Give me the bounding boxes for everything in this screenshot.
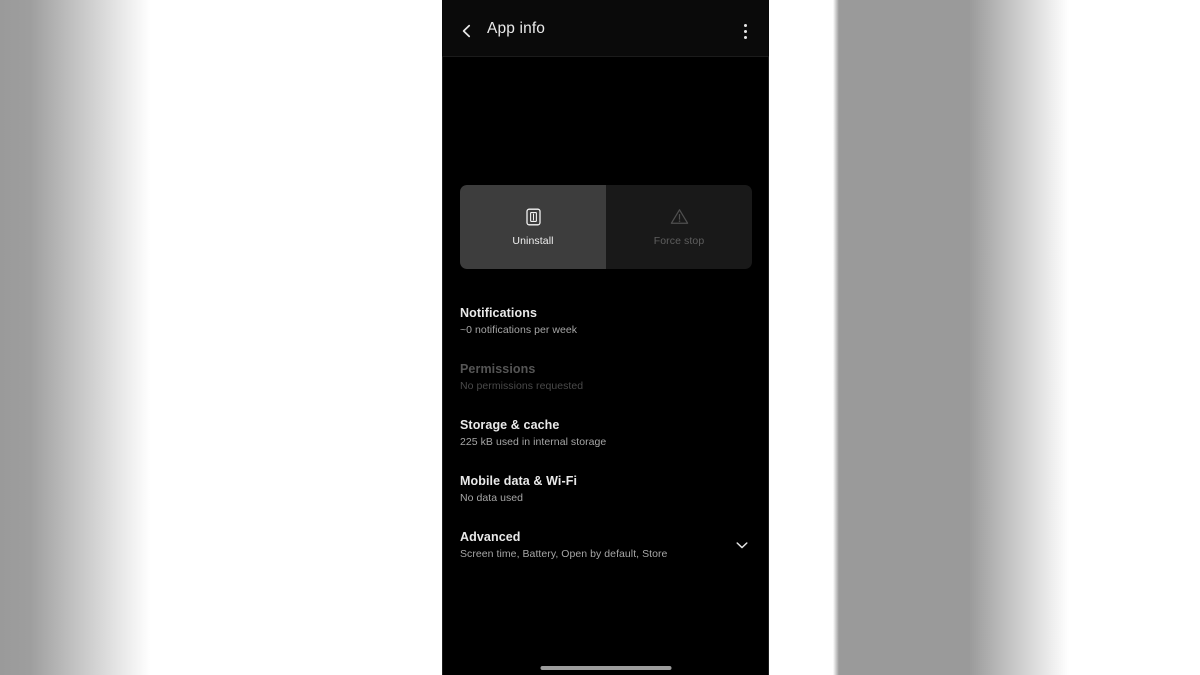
settings-row-advanced[interactable]: Advanced Screen time, Battery, Open by d…: [442, 517, 769, 573]
row-subtitle: No permissions requested: [460, 379, 584, 392]
backdrop-gradient-right: [769, 0, 1200, 675]
row-subtitle: No data used: [460, 491, 524, 504]
force-stop-button[interactable]: Force stop: [606, 185, 752, 269]
app-bar: App info: [442, 0, 769, 57]
app-info-settings-list: Notifications ~0 notifications per week …: [442, 293, 769, 573]
row-subtitle: Screen time, Battery, Open by default, S…: [460, 547, 668, 560]
settings-row-mobile-data-and-wifi[interactable]: Mobile data & Wi-Fi No data used: [442, 461, 769, 517]
page-backdrop: App info Uninstall Force stop Notificati…: [0, 0, 1200, 675]
overflow-dot: [743, 23, 747, 27]
row-title: Storage & cache: [460, 417, 560, 432]
uninstall-button[interactable]: Uninstall: [460, 185, 606, 269]
uninstall-label: Uninstall: [512, 235, 554, 247]
page-title: App info: [487, 20, 546, 37]
home-gesture-bar[interactable]: [540, 666, 671, 670]
row-subtitle: 225 kB used in internal storage: [460, 435, 607, 448]
row-title: Mobile data & Wi-Fi: [460, 473, 578, 488]
trash-icon: [525, 207, 541, 226]
more-vertical-icon[interactable]: [735, 20, 755, 42]
settings-row-storage-and-cache[interactable]: Storage & cache 225 kB used in internal …: [442, 405, 769, 461]
settings-row-notifications[interactable]: Notifications ~0 notifications per week: [442, 293, 769, 349]
row-title: Permissions: [460, 361, 536, 376]
chevron-down-icon[interactable]: [731, 534, 753, 556]
app-action-buttons: Uninstall Force stop: [460, 185, 752, 269]
force-stop-label: Force stop: [653, 235, 705, 247]
overflow-dot: [743, 29, 747, 33]
row-title: Notifications: [460, 305, 537, 320]
backdrop-gradient-left: [0, 0, 442, 675]
overflow-dot: [743, 35, 747, 39]
settings-row-permissions[interactable]: Permissions No permissions requested: [442, 349, 769, 405]
chevron-left-icon[interactable]: [455, 19, 479, 43]
phone-screenshot: App info Uninstall Force stop Notificati…: [442, 0, 769, 675]
row-subtitle: ~0 notifications per week: [460, 323, 578, 336]
row-title: Advanced: [460, 529, 521, 544]
warning-triangle-icon: [670, 207, 689, 226]
